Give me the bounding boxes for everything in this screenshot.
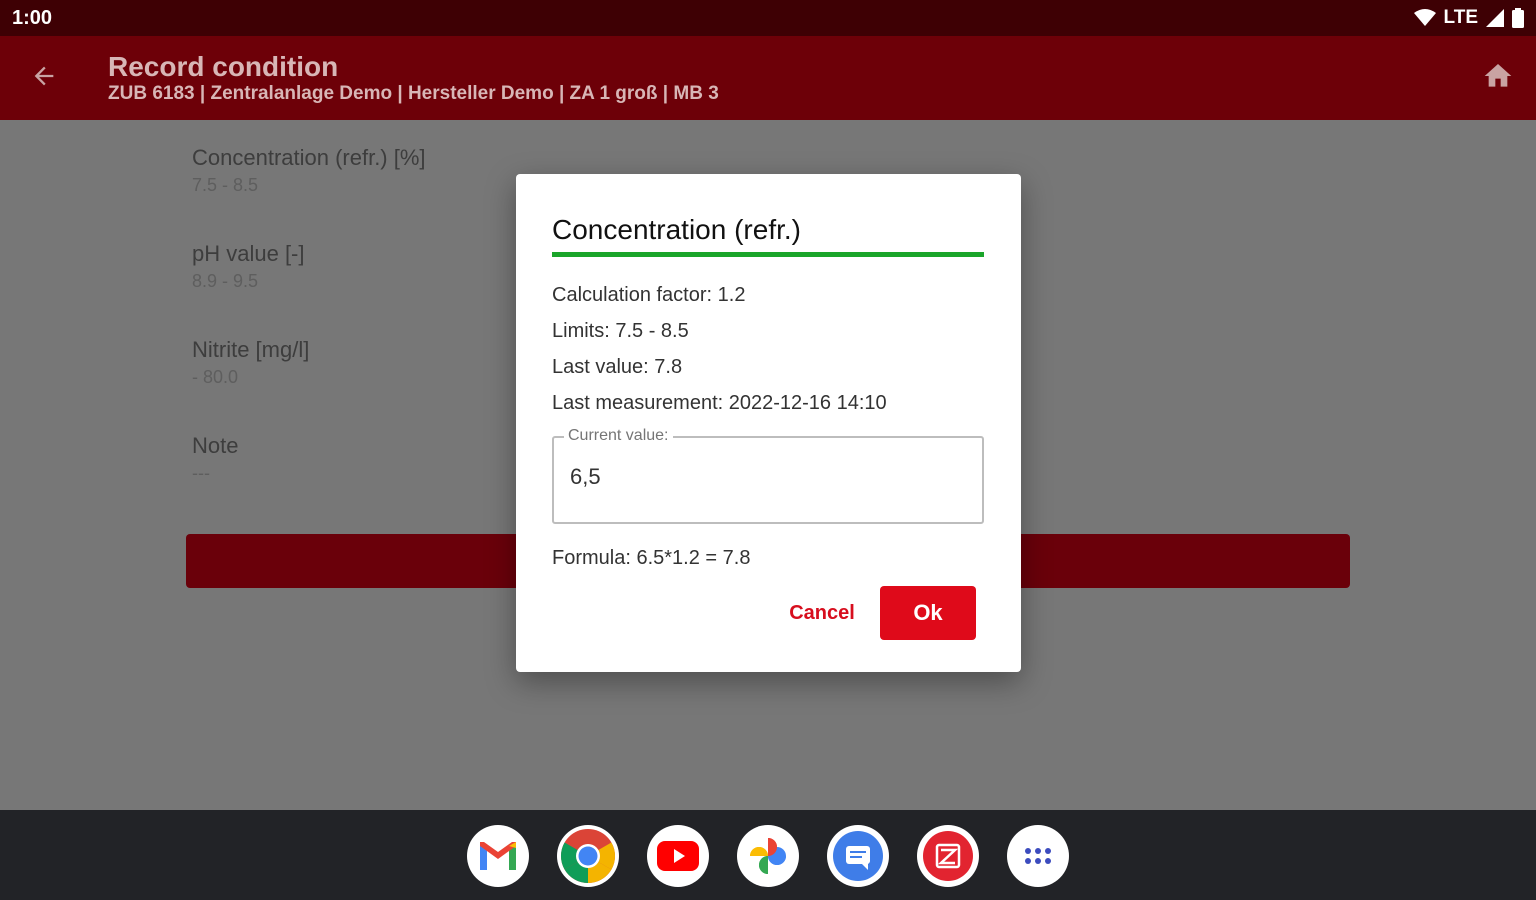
current-value-field[interactable] bbox=[552, 436, 984, 524]
field-label: Nitrite [mg/l] bbox=[192, 337, 310, 362]
app-icon[interactable] bbox=[917, 825, 979, 887]
cancel-button[interactable]: Cancel bbox=[778, 586, 866, 640]
status-time: 1:00 bbox=[12, 6, 53, 29]
home-button[interactable] bbox=[1478, 58, 1518, 98]
field-range: 7.5 - 8.5 bbox=[192, 175, 259, 195]
field-range: 8.9 - 9.5 bbox=[192, 271, 259, 291]
battery-icon bbox=[1512, 8, 1524, 28]
current-value-label: Current value: bbox=[564, 426, 673, 446]
page-subtitle: ZUB 6183 | Zentralanlage Demo | Herstell… bbox=[108, 83, 719, 104]
value-dialog: Concentration (refr.) Calculation factor… bbox=[516, 174, 1021, 672]
app-drawer-icon[interactable] bbox=[1007, 825, 1069, 887]
photos-icon[interactable] bbox=[737, 825, 799, 887]
app-titles: Record condition ZUB 6183 | Zentralanlag… bbox=[108, 50, 719, 106]
field-label: Concentration (refr.) [%] bbox=[192, 145, 426, 170]
title-divider bbox=[552, 252, 984, 257]
field-range: - 80.0 bbox=[192, 367, 239, 387]
current-value-input[interactable] bbox=[570, 464, 950, 490]
calculation-factor-text: Calculation factor: 1.2 bbox=[552, 284, 746, 306]
ok-button[interactable]: Ok bbox=[880, 586, 976, 640]
dialog-title: Concentration (refr.) bbox=[552, 214, 801, 245]
status-bar: 1:00 LTE bbox=[0, 0, 1536, 36]
app-bar: Record condition ZUB 6183 | Zentralanlag… bbox=[0, 36, 1536, 120]
field-nitrite[interactable]: Nitrite [mg/l] - 80.0 bbox=[192, 336, 309, 388]
arrow-back-icon bbox=[30, 62, 58, 95]
limits-text: Limits: 7.5 - 8.5 bbox=[552, 320, 689, 342]
field-range: --- bbox=[192, 463, 210, 483]
field-ph-value[interactable]: pH value [-] 8.9 - 9.5 bbox=[192, 240, 305, 292]
field-concentration[interactable]: Concentration (refr.) [%] 7.5 - 8.5 bbox=[192, 144, 426, 196]
field-label: pH value [-] bbox=[192, 241, 305, 266]
messages-icon[interactable] bbox=[827, 825, 889, 887]
back-button[interactable] bbox=[24, 58, 64, 98]
wifi-icon bbox=[1413, 9, 1436, 27]
field-note[interactable]: Note --- bbox=[192, 432, 238, 484]
gmail-icon[interactable] bbox=[467, 825, 529, 887]
youtube-icon[interactable] bbox=[647, 825, 709, 887]
field-label: Note bbox=[192, 433, 239, 458]
chrome-icon[interactable] bbox=[557, 825, 619, 887]
formula-text: Formula: 6.5*1.2 = 7.8 bbox=[552, 547, 751, 569]
signal-icon bbox=[1486, 9, 1504, 27]
last-value-text: Last value: 7.8 bbox=[552, 356, 683, 378]
page-title: Record condition bbox=[108, 51, 339, 82]
taskbar-dock bbox=[0, 810, 1536, 900]
last-measurement-text: Last measurement: 2022-12-16 14:10 bbox=[552, 392, 887, 414]
status-icons: LTE bbox=[1413, 7, 1524, 29]
home-icon bbox=[1482, 60, 1514, 97]
network-type: LTE bbox=[1443, 7, 1478, 28]
